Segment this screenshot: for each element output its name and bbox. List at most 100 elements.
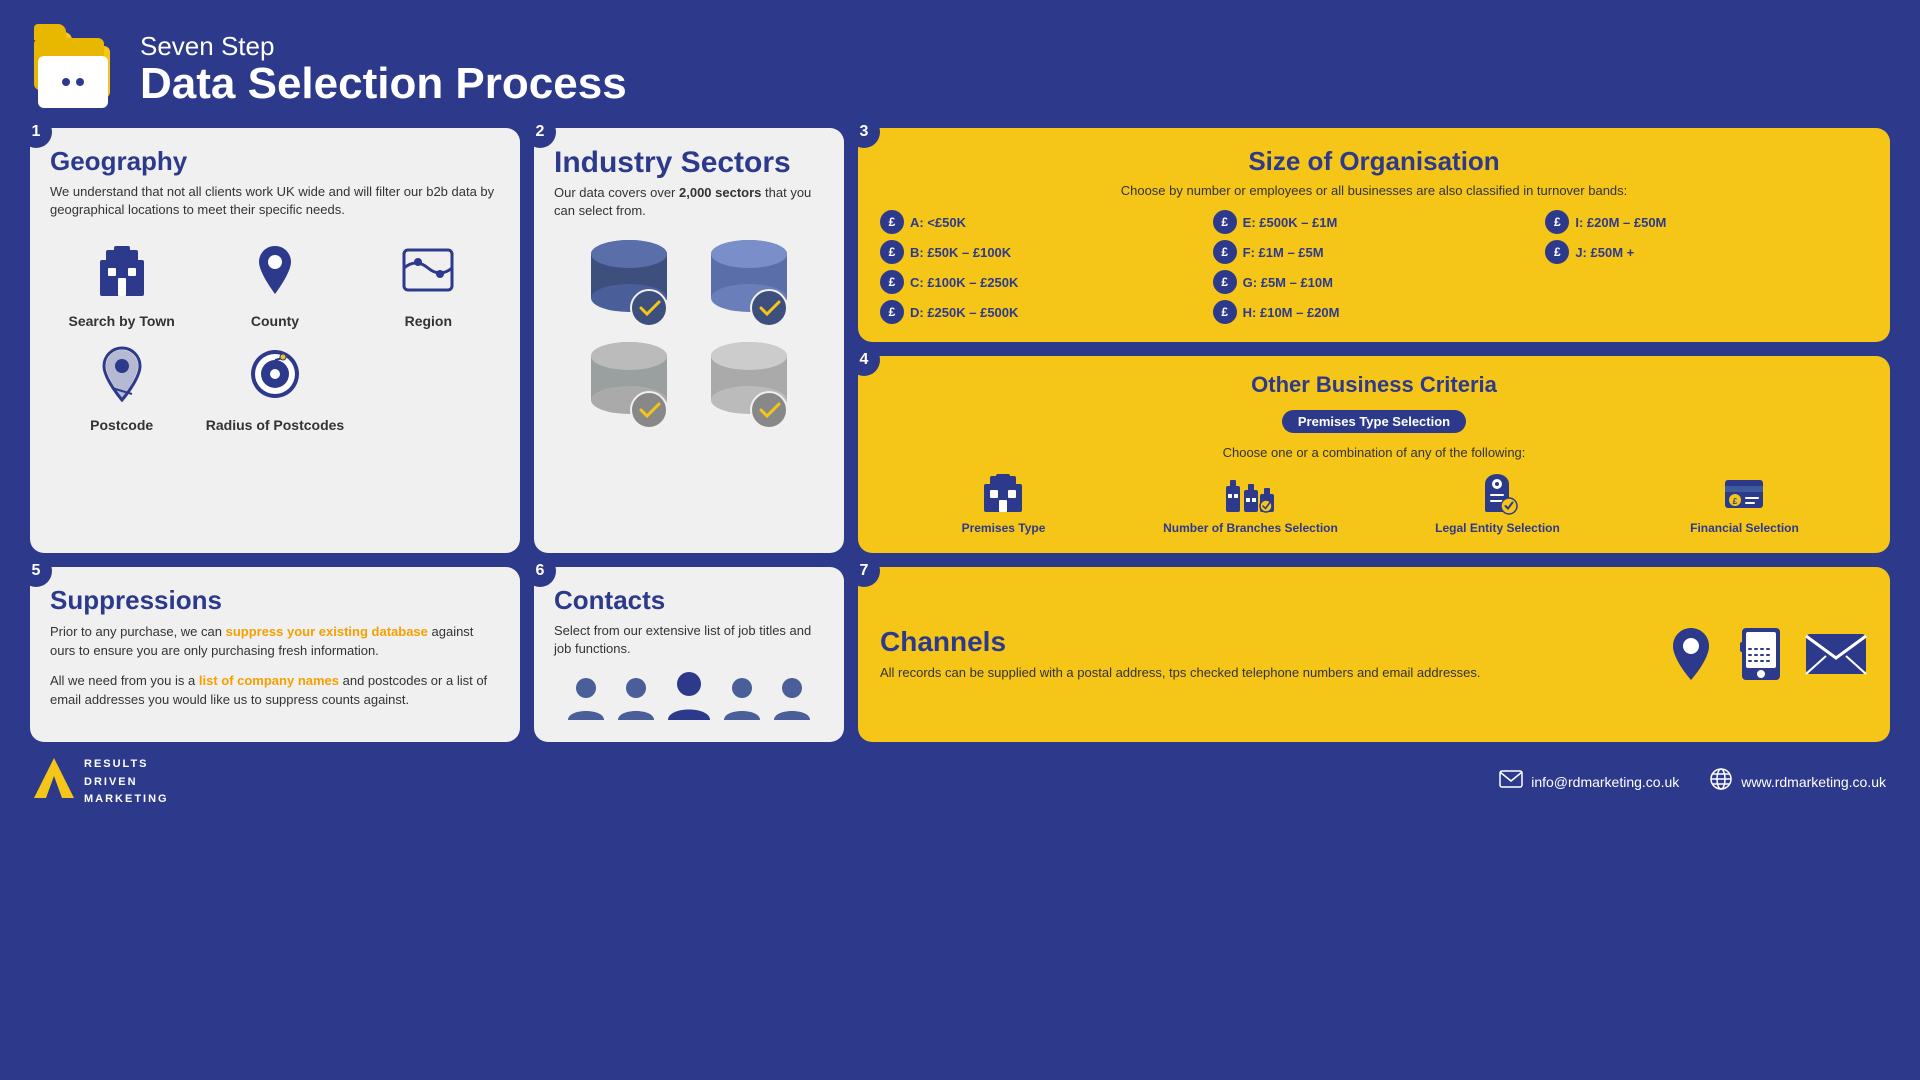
branches-label: Number of Branches Selection	[1163, 521, 1338, 537]
database-icon-4	[699, 338, 799, 428]
branches-icon	[1224, 470, 1276, 516]
band-label-d: D: £250K – £500K	[910, 305, 1018, 320]
person-icon-3-highlight	[664, 668, 714, 724]
channels-body: All records can be supplied with a posta…	[880, 664, 1644, 682]
person-icon-1	[564, 674, 608, 724]
size-bands: £ A: <£50K £ E: £500K – £1M £ I: £20M – …	[880, 210, 1868, 324]
other-title: Other Business Criteria	[880, 372, 1868, 398]
location-icon	[1664, 624, 1718, 684]
suppressions-body1: Prior to any purchase, we can suppress y…	[50, 622, 500, 661]
band-d: £ D: £250K – £500K	[880, 300, 1203, 324]
step-4-badge: 4	[848, 344, 880, 376]
other-card: 4 Other Business Criteria Premises Type …	[858, 356, 1890, 553]
logo-line-3: MARKETING	[84, 791, 169, 809]
band-empty-2	[1545, 300, 1868, 324]
email-icon	[1804, 630, 1868, 678]
footer-email-text: info@rdmarketing.co.uk	[1531, 774, 1679, 790]
premises-badge: Premises Type Selection	[1282, 410, 1466, 433]
contacts-title: Contacts	[554, 585, 824, 616]
step-3-badge: 3	[848, 116, 880, 148]
region-icon	[393, 235, 463, 305]
header-text: Seven Step Data Selection Process	[140, 31, 627, 106]
band-label-f: F: £1M – £5M	[1243, 245, 1324, 260]
channels-icons	[1664, 624, 1868, 684]
map-pin-icon	[240, 235, 310, 305]
suppressions-body2: All we need from you is a list of compan…	[50, 671, 500, 710]
band-i: £ I: £20M – £50M	[1545, 210, 1868, 234]
database-icon-2	[699, 236, 799, 326]
geo-label-postcode: Postcode	[90, 417, 153, 433]
channels-card: 7 Channels All records can be supplied w…	[858, 567, 1890, 742]
footer-website: www.rdmarketing.co.uk	[1709, 767, 1886, 797]
legal-item: Legal Entity Selection	[1389, 470, 1606, 537]
band-g: £ G: £5M – £10M	[1213, 270, 1536, 294]
radius-icon	[240, 339, 310, 409]
financial-icon: £	[1721, 470, 1767, 516]
person-icon-4	[720, 674, 764, 724]
people-icons	[554, 668, 824, 724]
geography-card: 1 Geography We understand that not all c…	[30, 128, 520, 553]
band-icon-e: £	[1213, 210, 1237, 234]
band-empty-1	[1545, 270, 1868, 294]
person-icon-5	[770, 674, 814, 724]
size-title: Size of Organisation	[880, 146, 1868, 177]
logo-line-1: RESULTS	[84, 756, 169, 774]
band-label-b: B: £50K – £100K	[910, 245, 1011, 260]
contacts-body: Select from our extensive list of job ti…	[554, 622, 824, 658]
band-icon-a: £	[880, 210, 904, 234]
bottom-row: 5 Suppressions Prior to any purchase, we…	[30, 567, 1890, 742]
industry-card: 2 Industry Sectors Our data covers over …	[534, 128, 844, 553]
logo-line-2: DRIVEN	[84, 774, 169, 792]
band-c: £ C: £100K – £250K	[880, 270, 1203, 294]
band-icon-j: £	[1545, 240, 1569, 264]
geo-item-radius: Radius of Postcodes	[203, 339, 346, 433]
premises-icon	[980, 470, 1026, 516]
band-label-j: J: £50M +	[1575, 245, 1634, 260]
svg-text:£: £	[1733, 497, 1738, 506]
band-b: £ B: £50K – £100K	[880, 240, 1203, 264]
band-label-g: G: £5M – £10M	[1243, 275, 1333, 290]
geo-item-town: Search by Town	[50, 235, 193, 329]
database-icon-3	[579, 338, 679, 428]
legal-icon	[1474, 470, 1520, 516]
band-label-e: E: £500K – £1M	[1243, 215, 1338, 230]
band-h: £ H: £10M – £20M	[1213, 300, 1536, 324]
step-5-badge: 5	[20, 555, 52, 587]
geography-title: Geography	[50, 146, 500, 177]
industry-highlight: 2,000 sectors	[679, 185, 761, 200]
phone-icon	[1734, 624, 1788, 684]
geo-label-county: County	[251, 313, 299, 329]
step-7-badge: 7	[848, 555, 880, 587]
suppress-link-2: list of company names	[199, 673, 339, 688]
geo-label-town: Search by Town	[69, 313, 175, 329]
financial-item: £ Financial Selection	[1636, 470, 1853, 537]
suppressions-card: 5 Suppressions Prior to any purchase, we…	[30, 567, 520, 742]
suppress-link-1: suppress your existing database	[226, 624, 428, 639]
band-label-i: I: £20M – £50M	[1575, 215, 1666, 230]
globe-icon	[1709, 767, 1733, 797]
band-j: £ J: £50M +	[1545, 240, 1868, 264]
footer-links: info@rdmarketing.co.uk www.rdmarketing.c…	[1499, 767, 1886, 797]
header-title: Data Selection Process	[140, 62, 627, 106]
band-icon-b: £	[880, 240, 904, 264]
band-icon-i: £	[1545, 210, 1569, 234]
header: Seven Step Data Selection Process	[30, 28, 1890, 108]
geo-item-postcode: Postcode	[50, 339, 193, 433]
contacts-card: 6 Contacts Select from our extensive lis…	[534, 567, 844, 742]
legal-label: Legal Entity Selection	[1435, 521, 1560, 537]
industry-title: Industry Sectors	[554, 146, 824, 180]
logo-area: RESULTS DRIVEN MARKETING	[34, 756, 169, 809]
header-subtitle: Seven Step	[140, 31, 627, 62]
geo-item-region: Region	[357, 235, 500, 329]
band-icon-g: £	[1213, 270, 1237, 294]
logo-chevron-icon	[34, 758, 74, 806]
geography-body: We understand that not all clients work …	[50, 183, 500, 219]
premises-type-item: Premises Type	[895, 470, 1112, 537]
geo-label-radius: Radius of Postcodes	[206, 417, 344, 433]
footer-email-icon	[1499, 770, 1523, 794]
footer: RESULTS DRIVEN MARKETING info@rdmarketin…	[30, 756, 1890, 809]
footer-website-text: www.rdmarketing.co.uk	[1741, 774, 1886, 790]
band-icon-d: £	[880, 300, 904, 324]
channels-text: Channels All records can be supplied wit…	[880, 626, 1644, 682]
building-icon	[87, 235, 157, 305]
